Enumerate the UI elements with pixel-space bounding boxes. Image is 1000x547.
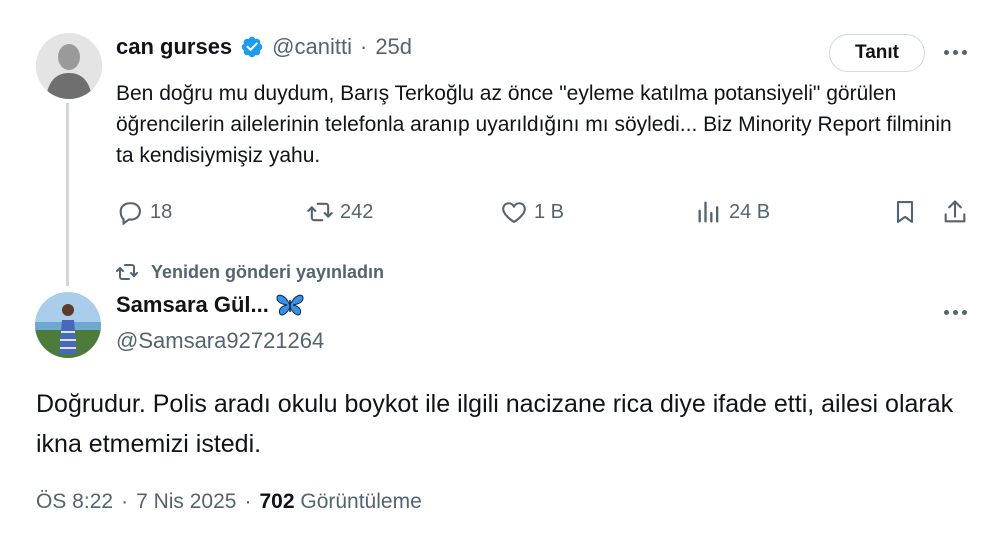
share-icon[interactable] [941, 198, 969, 231]
original-more-icon[interactable] [944, 50, 967, 55]
original-timestamp[interactable]: 25d [375, 34, 412, 60]
reply-more-icon[interactable] [944, 310, 967, 315]
reply-meta: ÖS 8:22 · 7 Nis 2025 · 702 Görüntüleme [36, 490, 422, 514]
thread-line [66, 103, 69, 286]
follow-button[interactable]: Tanıt [829, 34, 925, 72]
original-tweet-text: Ben doğru mu duydum, Barış Terkoğlu az ö… [116, 82, 952, 167]
header-separator: · [359, 34, 368, 59]
repost-action[interactable]: 242 [306, 198, 373, 226]
original-handle[interactable]: @canitti [272, 34, 352, 60]
repost-indicator-icon [116, 264, 138, 280]
reply-date[interactable]: 7 Nis 2025 [136, 490, 236, 514]
reply-time[interactable]: ÖS 8:22 [36, 490, 113, 514]
reply-header: Samsara Gül... [116, 292, 305, 318]
bookmark-icon[interactable] [891, 198, 919, 231]
reply-avatar[interactable] [35, 292, 101, 358]
repost-indicator-label: Yeniden gönderi yayınladın [151, 261, 385, 282]
meta-separator: · [244, 490, 252, 513]
analytics-icon [698, 201, 719, 223]
reply-author-name[interactable]: Samsara Gül... [116, 292, 269, 318]
views-action[interactable]: 24 B [695, 198, 770, 226]
repost-icon [307, 202, 333, 222]
original-avatar[interactable] [36, 33, 102, 99]
repost-count: 242 [340, 200, 374, 223]
reply-icon [119, 202, 141, 226]
repost-indicator: Yeniden gönderi yayınladın [115, 260, 384, 284]
reply-action[interactable]: 18 [116, 198, 172, 226]
reply-text: Doğrudur. Polis aradı okulu boykot ile i… [36, 390, 954, 458]
reply-views-count: 702 [259, 490, 295, 513]
reply-count: 18 [150, 200, 173, 223]
reply-views-label: Görüntüleme [300, 490, 422, 513]
views-count: 24 B [729, 200, 771, 223]
like-action[interactable]: 1 B [500, 198, 564, 226]
butterfly-icon [275, 292, 305, 318]
verified-badge-icon [240, 35, 264, 59]
original-author-name[interactable]: can gurses [116, 34, 232, 60]
original-header: can gurses @canitti · 25d [116, 34, 412, 60]
reply-handle[interactable]: @Samsara92721264 [116, 328, 324, 354]
like-count: 1 B [534, 200, 565, 223]
meta-separator: · [121, 490, 129, 513]
heart-icon [502, 202, 526, 224]
